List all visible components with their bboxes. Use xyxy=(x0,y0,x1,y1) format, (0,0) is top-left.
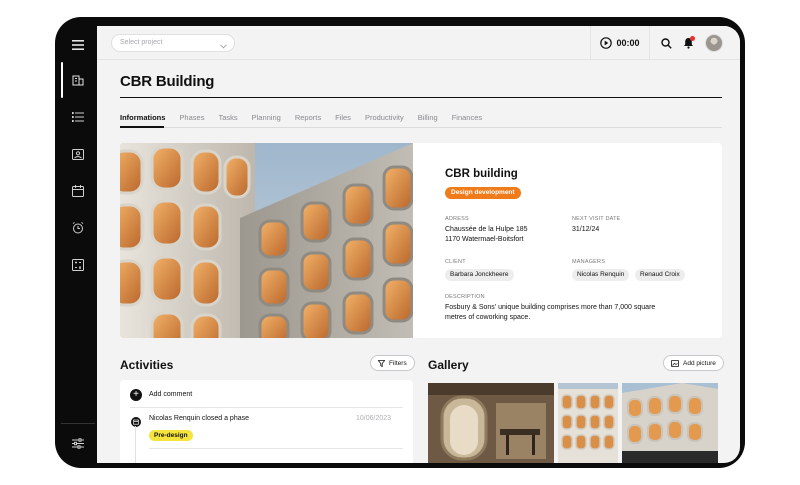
notification-dot xyxy=(690,36,695,41)
phase-badge: Pre-design xyxy=(149,430,193,441)
timer-value: 00:00 xyxy=(616,38,640,48)
project-info-card: CBR building Design development ADRESS C… xyxy=(120,143,722,338)
title-divider xyxy=(120,97,722,98)
tab-phases[interactable]: Phases xyxy=(179,113,204,127)
tab-finances[interactable]: Finances xyxy=(452,113,482,127)
page-title: CBR Building xyxy=(120,73,215,90)
gallery-title: Gallery xyxy=(428,358,469,372)
description-line-2: metres of coworking space. xyxy=(445,314,531,321)
address-label: ADRESS xyxy=(445,216,469,222)
add-comment-button[interactable]: Add comment xyxy=(149,391,192,398)
filters-button[interactable]: Filters xyxy=(370,355,415,371)
play-icon xyxy=(600,37,613,49)
tab-bar: Informations Phases Tasks Planning Repor… xyxy=(120,113,496,127)
app-screen: Select project 00:00 CBR Building Inform… xyxy=(97,26,740,463)
next-visit-date: 31/12/24 xyxy=(572,226,600,233)
activities-panel: + Add comment Nicolas Renquin closed a p… xyxy=(120,380,413,463)
status-badge: Design development xyxy=(445,187,521,199)
sidebar-active-indicator xyxy=(61,62,63,98)
activity-divider xyxy=(149,448,403,449)
tab-productivity[interactable]: Productivity xyxy=(365,113,404,127)
project-name: CBR building xyxy=(445,168,518,180)
gallery-image[interactable] xyxy=(428,383,554,463)
calendar-icon[interactable] xyxy=(70,183,86,199)
building-photo xyxy=(120,143,413,338)
gallery-image[interactable] xyxy=(622,383,718,463)
alarm-icon[interactable] xyxy=(70,220,86,236)
tab-files[interactable]: Files xyxy=(335,113,351,127)
address-line-1: Chaussée de la Hulpe 185 xyxy=(445,226,528,233)
sliders-icon[interactable] xyxy=(70,435,86,451)
project-details: CBR building Design development ADRESS C… xyxy=(445,143,715,338)
image-icon[interactable] xyxy=(70,146,86,162)
calculator-icon[interactable] xyxy=(70,257,86,273)
manager-chip[interactable]: Renaud Croix xyxy=(635,269,685,281)
list-icon[interactable] xyxy=(70,109,86,125)
managers-label: MANAGERS xyxy=(572,259,606,265)
image-add-icon xyxy=(671,359,679,367)
add-picture-button[interactable]: Add picture xyxy=(663,355,724,371)
activity-divider xyxy=(130,407,403,408)
top-bar: Select project 00:00 xyxy=(97,26,740,60)
activity-text: Nicolas Renquin closed a phase xyxy=(149,415,250,422)
manager-chip[interactable]: Nicolas Renquin xyxy=(572,269,630,281)
filter-icon xyxy=(378,359,385,367)
description-line-1: Fosbury & Sons' unique building comprise… xyxy=(445,304,656,311)
tab-billing[interactable]: Billing xyxy=(418,113,438,127)
menu-icon[interactable] xyxy=(70,37,86,53)
client-label: CLIENT xyxy=(445,259,466,265)
project-select[interactable]: Select project xyxy=(111,34,235,52)
tab-tasks[interactable]: Tasks xyxy=(218,113,237,127)
gallery-image[interactable] xyxy=(558,383,618,463)
avatar[interactable] xyxy=(705,34,723,52)
search-icon[interactable] xyxy=(659,36,673,50)
bell-icon[interactable] xyxy=(681,36,695,50)
description-label: DESCRIPTION xyxy=(445,294,485,300)
add-comment-icon[interactable]: + xyxy=(130,389,142,401)
sidebar xyxy=(59,26,97,463)
activities-title: Activities xyxy=(120,358,174,372)
tabs-divider xyxy=(120,127,722,128)
project-select-placeholder: Select project xyxy=(120,39,163,46)
tab-informations[interactable]: Informations xyxy=(120,113,165,127)
timer-button[interactable]: 00:00 xyxy=(590,26,650,60)
next-visit-label: NEXT VISIT DATE xyxy=(572,216,621,222)
tab-reports[interactable]: Reports xyxy=(295,113,321,127)
add-picture-label: Add picture xyxy=(683,359,716,367)
phase-icon xyxy=(131,414,141,432)
activity-date: 10/06/2023 xyxy=(356,415,392,422)
building-icon[interactable] xyxy=(70,72,86,88)
chevron-down-icon xyxy=(220,40,227,56)
tab-planning[interactable]: Planning xyxy=(252,113,281,127)
sidebar-divider xyxy=(61,423,95,424)
address-line-2: 1170 Watermael-Boitsfort xyxy=(445,236,524,243)
timeline-line xyxy=(135,426,136,463)
filters-label: Filters xyxy=(389,359,407,367)
active-tab-underline xyxy=(120,126,164,128)
gallery-grid xyxy=(428,383,718,463)
client-chip[interactable]: Barbara Jonckheere xyxy=(445,269,514,281)
